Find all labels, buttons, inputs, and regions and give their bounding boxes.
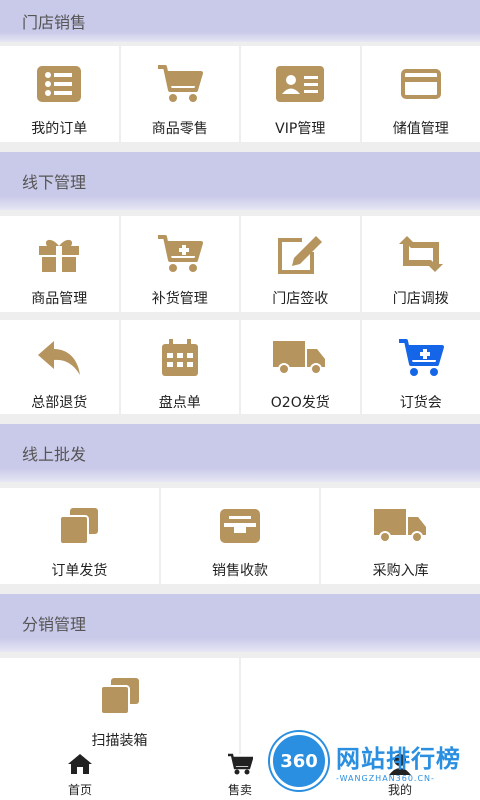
section-title: 线下管理 (22, 173, 87, 192)
cart-plus-icon (156, 232, 204, 276)
menu-item-label: 我的订单 (31, 121, 88, 137)
menu-item-label: 补货管理 (151, 291, 208, 307)
section-header-online: 线上批发 (0, 424, 480, 482)
menu-item-label: 储值管理 (392, 121, 449, 137)
menu-item-sales-collect[interactable]: 销售收款 (160, 488, 320, 584)
menu-item-label: 采购入库 (372, 563, 429, 579)
copy-icon (100, 674, 139, 718)
grid-row-offline-1: 商品管理 补货管理 门店签收 门店调拨 (0, 216, 480, 312)
id-card-icon (276, 62, 325, 106)
bottom-tab-bar: 首页 售卖 我的 (0, 753, 480, 800)
section-header-distribution: 分销管理 (0, 594, 480, 652)
section-title: 门店销售 (22, 13, 87, 32)
grid-row-distribution: 扫描装箱 (0, 658, 480, 754)
cart-plus-icon (397, 336, 445, 380)
menu-item-store-receive[interactable]: 门店签收 (241, 216, 360, 312)
tab-mine[interactable]: 我的 (320, 754, 480, 800)
menu-item-label: 商品零售 (151, 121, 208, 137)
calendar-icon (160, 336, 200, 380)
gift-icon (37, 232, 81, 276)
section-title: 线上批发 (22, 445, 87, 464)
grid-row-online: 订单发货 销售收款 采购入库 (0, 488, 480, 584)
menu-item-scan-box[interactable]: 扫描装箱 (0, 658, 239, 754)
exchange-icon (395, 232, 447, 276)
menu-item-retail[interactable]: 商品零售 (120, 46, 239, 142)
menu-item-restock[interactable]: 补货管理 (120, 216, 239, 312)
reply-icon (36, 336, 82, 380)
tab-label: 首页 (67, 783, 92, 797)
copy-icon (60, 504, 99, 548)
edit-icon (276, 232, 324, 276)
truck-icon (373, 504, 428, 548)
section-header-offline: 线下管理 (0, 152, 480, 210)
tab-sell[interactable]: 售卖 (160, 753, 320, 800)
menu-item-label: 门店签收 (272, 291, 329, 307)
home-icon (67, 753, 93, 779)
menu-item-inventory[interactable]: 盘点单 (120, 320, 239, 414)
menu-item-order-meeting[interactable]: 订货会 (361, 320, 480, 414)
cart-icon (156, 62, 204, 106)
menu-item-o2o[interactable]: O2O发货 (241, 320, 360, 414)
section-title: 分销管理 (22, 615, 87, 634)
menu-item-label: 扫描装箱 (91, 733, 148, 749)
menu-item-label: 商品管理 (31, 291, 88, 307)
menu-item-stored-value[interactable]: 储值管理 (361, 46, 480, 142)
menu-item-goods-management[interactable]: 商品管理 (0, 216, 119, 312)
tab-label: 售卖 (227, 783, 252, 797)
empty-cell (241, 658, 480, 754)
menu-item-hq-return[interactable]: 总部退货 (0, 320, 119, 414)
menu-item-store-transfer[interactable]: 门店调拨 (361, 216, 480, 312)
cart-icon (227, 753, 254, 779)
grid-row-store-sales: 我的订单 商品零售 VIP管理 储值管理 (0, 46, 480, 142)
menu-item-my-orders[interactable]: 我的订单 (0, 46, 119, 142)
menu-item-order-ship[interactable]: 订单发货 (0, 488, 159, 584)
menu-item-label: 订单发货 (51, 563, 108, 579)
credit-card-icon (400, 62, 441, 106)
menu-item-label: 总部退货 (31, 395, 88, 411)
truck-icon (273, 336, 327, 380)
menu-item-label: VIP管理 (275, 121, 326, 137)
menu-item-label: 门店调拨 (392, 291, 449, 307)
inbox-icon (220, 504, 260, 548)
tab-label: 我的 (387, 783, 412, 797)
menu-item-label: O2O发货 (270, 395, 330, 411)
list-icon (37, 62, 82, 106)
grid-row-offline-2: 总部退货 盘点单 O2O发货 订货会 (0, 320, 480, 414)
menu-item-vip[interactable]: VIP管理 (241, 46, 360, 142)
section-header-store-sales: 门店销售 (0, 0, 480, 42)
menu-item-label: 销售收款 (212, 563, 268, 579)
menu-item-label: 盘点单 (158, 395, 201, 411)
menu-item-purchase-in[interactable]: 采购入库 (321, 488, 480, 584)
tab-home[interactable]: 首页 (0, 754, 160, 800)
menu-item-label: 订货会 (399, 395, 442, 411)
user-icon (388, 753, 412, 779)
